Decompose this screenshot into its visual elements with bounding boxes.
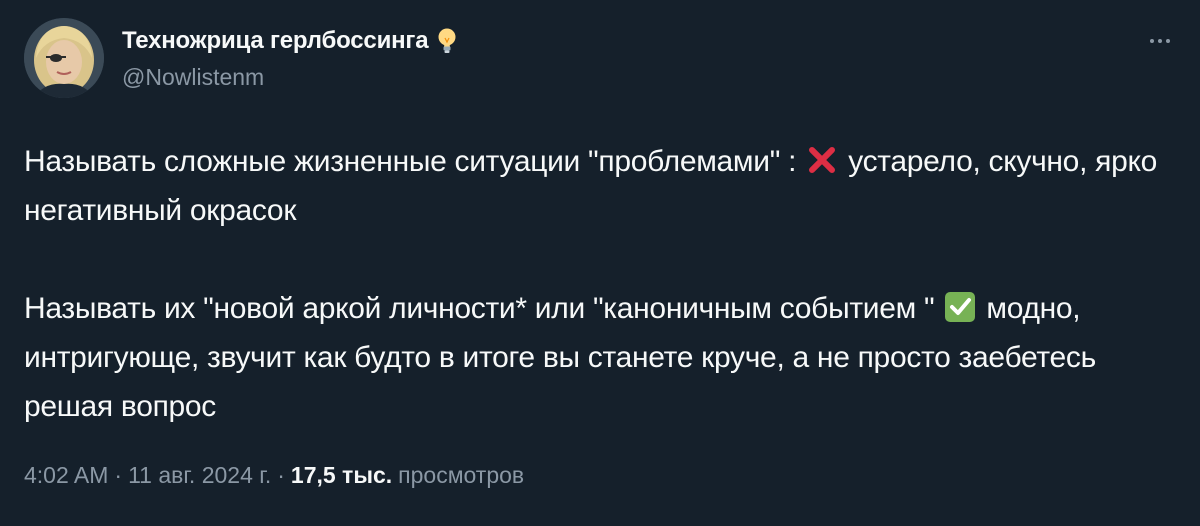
author-handle[interactable]: @Nowlistenm bbox=[122, 64, 264, 91]
cross-mark-icon bbox=[806, 144, 838, 176]
views-label: просмотров bbox=[398, 462, 525, 488]
views-count: 17,5 тыс. bbox=[290, 462, 393, 488]
meta-separator: · bbox=[114, 462, 123, 488]
display-name[interactable]: Техножрица герлбоссинга bbox=[122, 27, 429, 55]
more-options-button[interactable] bbox=[1140, 26, 1180, 56]
avatar-image bbox=[24, 18, 104, 98]
tweet-text: Называть сложные жизненные ситуации "про… bbox=[24, 137, 1174, 431]
paragraph-1-text-before: Называть сложные жизненные ситуации "про… bbox=[24, 145, 805, 178]
author-name-row: Техножрица герлбоссинга bbox=[122, 24, 458, 58]
light-bulb-icon bbox=[436, 27, 458, 55]
tweet-card: Техножрица герлбоссинга @Nowlistenm Назы… bbox=[0, 0, 1200, 526]
tweet-paragraph-1: Называть сложные жизненные ситуации "про… bbox=[24, 137, 1174, 235]
avatar[interactable] bbox=[24, 18, 104, 98]
more-horizontal-icon bbox=[1150, 39, 1154, 43]
tweet-meta: 4:02 AM · 11 авг. 2024 г. · 17,5 тыс. пр… bbox=[24, 462, 524, 489]
more-dot bbox=[1158, 39, 1162, 43]
tweet-date[interactable]: 11 авг. 2024 г. bbox=[128, 462, 271, 489]
tweet-paragraph-2: Называть их "новой аркой личности* или "… bbox=[24, 284, 1174, 431]
tweet-time[interactable]: 4:02 AM bbox=[24, 462, 108, 489]
paragraph-2-text-before: Называть их "новой аркой личности* или "… bbox=[24, 292, 943, 325]
check-mark-button-icon bbox=[944, 291, 976, 323]
meta-separator: · bbox=[277, 462, 285, 488]
more-dot bbox=[1166, 39, 1170, 43]
